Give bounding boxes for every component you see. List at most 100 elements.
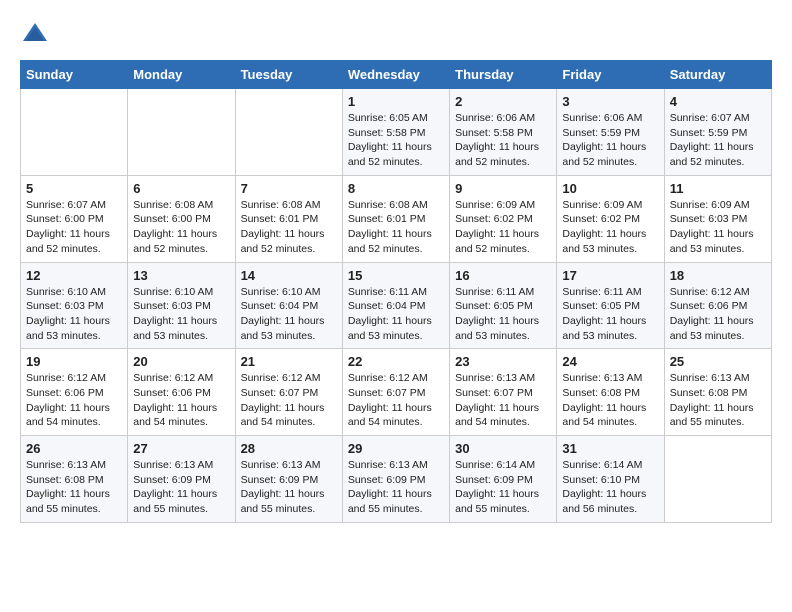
day-number: 19 [26, 354, 122, 369]
calendar-cell: 13 Sunrise: 6:10 AM Sunset: 6:03 PM Dayli… [128, 262, 235, 349]
calendar-cell [664, 436, 771, 523]
calendar-cell: 3 Sunrise: 6:06 AM Sunset: 5:59 PM Daylig… [557, 89, 664, 176]
calendar-cell: 12Sunrise: 6:10 AM Sunset: 6:03 PM Dayli… [21, 262, 128, 349]
cell-info: Sunrise: 6:10 AM Sunset: 6:03 PM Dayligh… [133, 285, 229, 344]
day-number: 29 [348, 441, 444, 456]
cell-info: Sunrise: 6:13 AM Sunset: 6:09 PM Dayligh… [348, 458, 444, 517]
cell-info: Sunrise: 6:11 AM Sunset: 6:05 PM Dayligh… [562, 285, 658, 344]
calendar-cell: 30 Sunrise: 6:14 AM Sunset: 6:09 PM Dayli… [450, 436, 557, 523]
calendar-cell: 29 Sunrise: 6:13 AM Sunset: 6:09 PM Dayli… [342, 436, 449, 523]
cell-info: Sunrise: 6:11 AM Sunset: 6:05 PM Dayligh… [455, 285, 551, 344]
calendar-cell: 11Sunrise: 6:09 AM Sunset: 6:03 PM Dayli… [664, 175, 771, 262]
day-number: 8 [348, 181, 444, 196]
calendar-cell: 20 Sunrise: 6:12 AM Sunset: 6:06 PM Dayli… [128, 349, 235, 436]
cell-info: Sunrise: 6:12 AM Sunset: 6:07 PM Dayligh… [241, 371, 337, 430]
day-number: 31 [562, 441, 658, 456]
day-number: 16 [455, 268, 551, 283]
page-header [20, 20, 772, 50]
calendar-cell: 27 Sunrise: 6:13 AM Sunset: 6:09 PM Dayli… [128, 436, 235, 523]
cell-info: Sunrise: 6:12 AM Sunset: 6:06 PM Dayligh… [133, 371, 229, 430]
day-number: 20 [133, 354, 229, 369]
day-header-wednesday: Wednesday [342, 61, 449, 89]
calendar-cell: 21 Sunrise: 6:12 AM Sunset: 6:07 PM Dayli… [235, 349, 342, 436]
day-number: 14 [241, 268, 337, 283]
day-header-saturday: Saturday [664, 61, 771, 89]
day-number: 7 [241, 181, 337, 196]
cell-info: Sunrise: 6:09 AM Sunset: 6:02 PM Dayligh… [455, 198, 551, 257]
cell-info: Sunrise: 6:13 AM Sunset: 6:09 PM Dayligh… [241, 458, 337, 517]
day-header-thursday: Thursday [450, 61, 557, 89]
day-header-sunday: Sunday [21, 61, 128, 89]
day-number: 25 [670, 354, 766, 369]
calendar-cell: 15 Sunrise: 6:11 AM Sunset: 6:04 PM Dayli… [342, 262, 449, 349]
calendar-cell: 8 Sunrise: 6:08 AM Sunset: 6:01 PM Daylig… [342, 175, 449, 262]
calendar-cell: 6 Sunrise: 6:08 AM Sunset: 6:00 PM Daylig… [128, 175, 235, 262]
calendar-cell: 18 Sunrise: 6:12 AM Sunset: 6:06 PM Dayli… [664, 262, 771, 349]
cell-info: Sunrise: 6:08 AM Sunset: 6:01 PM Dayligh… [348, 198, 444, 257]
calendar-cell: 2 Sunrise: 6:06 AM Sunset: 5:58 PM Daylig… [450, 89, 557, 176]
cell-info: Sunrise: 6:06 AM Sunset: 5:58 PM Dayligh… [455, 111, 551, 170]
calendar-cell: 9 Sunrise: 6:09 AM Sunset: 6:02 PM Daylig… [450, 175, 557, 262]
calendar-cell: 5 Sunrise: 6:07 AM Sunset: 6:00 PM Daylig… [21, 175, 128, 262]
cell-info: Sunrise: 6:12 AM Sunset: 6:06 PM Dayligh… [670, 285, 766, 344]
day-number: 4 [670, 94, 766, 109]
day-number: 21 [241, 354, 337, 369]
day-number: 13 [133, 268, 229, 283]
day-number: 17 [562, 268, 658, 283]
calendar-cell: 1 Sunrise: 6:05 AM Sunset: 5:58 PM Daylig… [342, 89, 449, 176]
day-number: 10 [562, 181, 658, 196]
day-number: 2 [455, 94, 551, 109]
calendar-cell: 7 Sunrise: 6:08 AM Sunset: 6:01 PM Daylig… [235, 175, 342, 262]
calendar-cell [21, 89, 128, 176]
calendar-cell: 19 Sunrise: 6:12 AM Sunset: 6:06 PM Dayli… [21, 349, 128, 436]
day-number: 9 [455, 181, 551, 196]
calendar-cell [235, 89, 342, 176]
day-number: 24 [562, 354, 658, 369]
day-number: 6 [133, 181, 229, 196]
cell-info: Sunrise: 6:14 AM Sunset: 6:09 PM Dayligh… [455, 458, 551, 517]
calendar-cell: 22Sunrise: 6:12 AM Sunset: 6:07 PM Dayli… [342, 349, 449, 436]
day-number: 27 [133, 441, 229, 456]
cell-info: Sunrise: 6:13 AM Sunset: 6:08 PM Dayligh… [26, 458, 122, 517]
day-number: 1 [348, 94, 444, 109]
day-number: 18 [670, 268, 766, 283]
cell-info: Sunrise: 6:06 AM Sunset: 5:59 PM Dayligh… [562, 111, 658, 170]
calendar-table: SundayMondayTuesdayWednesdayThursdayFrid… [20, 60, 772, 523]
cell-info: Sunrise: 6:05 AM Sunset: 5:58 PM Dayligh… [348, 111, 444, 170]
day-number: 30 [455, 441, 551, 456]
cell-info: Sunrise: 6:09 AM Sunset: 6:02 PM Dayligh… [562, 198, 658, 257]
day-number: 3 [562, 94, 658, 109]
cell-info: Sunrise: 6:11 AM Sunset: 6:04 PM Dayligh… [348, 285, 444, 344]
calendar-cell: 14 Sunrise: 6:10 AM Sunset: 6:04 PM Dayli… [235, 262, 342, 349]
day-number: 28 [241, 441, 337, 456]
cell-info: Sunrise: 6:14 AM Sunset: 6:10 PM Dayligh… [562, 458, 658, 517]
logo [20, 20, 54, 50]
day-number: 11 [670, 181, 766, 196]
calendar-cell: 16 Sunrise: 6:11 AM Sunset: 6:05 PM Dayli… [450, 262, 557, 349]
calendar-cell: 10 Sunrise: 6:09 AM Sunset: 6:02 PM Dayli… [557, 175, 664, 262]
day-header-tuesday: Tuesday [235, 61, 342, 89]
cell-info: Sunrise: 6:12 AM Sunset: 6:06 PM Dayligh… [26, 371, 122, 430]
cell-info: Sunrise: 6:08 AM Sunset: 6:01 PM Dayligh… [241, 198, 337, 257]
day-number: 5 [26, 181, 122, 196]
day-header-friday: Friday [557, 61, 664, 89]
logo-icon [20, 20, 50, 50]
cell-info: Sunrise: 6:13 AM Sunset: 6:07 PM Dayligh… [455, 371, 551, 430]
cell-info: Sunrise: 6:07 AM Sunset: 5:59 PM Dayligh… [670, 111, 766, 170]
cell-info: Sunrise: 6:10 AM Sunset: 6:03 PM Dayligh… [26, 285, 122, 344]
calendar-cell: 26 Sunrise: 6:13 AM Sunset: 6:08 PM Dayli… [21, 436, 128, 523]
calendar-cell: 24Sunrise: 6:13 AM Sunset: 6:08 PM Dayli… [557, 349, 664, 436]
cell-info: Sunrise: 6:08 AM Sunset: 6:00 PM Dayligh… [133, 198, 229, 257]
calendar-cell: 28 Sunrise: 6:13 AM Sunset: 6:09 PM Dayli… [235, 436, 342, 523]
calendar-cell: 4 Sunrise: 6:07 AM Sunset: 5:59 PM Daylig… [664, 89, 771, 176]
calendar-cell: 23 Sunrise: 6:13 AM Sunset: 6:07 PM Dayli… [450, 349, 557, 436]
cell-info: Sunrise: 6:13 AM Sunset: 6:09 PM Dayligh… [133, 458, 229, 517]
day-number: 23 [455, 354, 551, 369]
cell-info: Sunrise: 6:07 AM Sunset: 6:00 PM Dayligh… [26, 198, 122, 257]
day-number: 22 [348, 354, 444, 369]
cell-info: Sunrise: 6:10 AM Sunset: 6:04 PM Dayligh… [241, 285, 337, 344]
day-number: 26 [26, 441, 122, 456]
calendar-cell: 31 Sunrise: 6:14 AM Sunset: 6:10 PM Dayli… [557, 436, 664, 523]
day-number: 15 [348, 268, 444, 283]
day-header-monday: Monday [128, 61, 235, 89]
